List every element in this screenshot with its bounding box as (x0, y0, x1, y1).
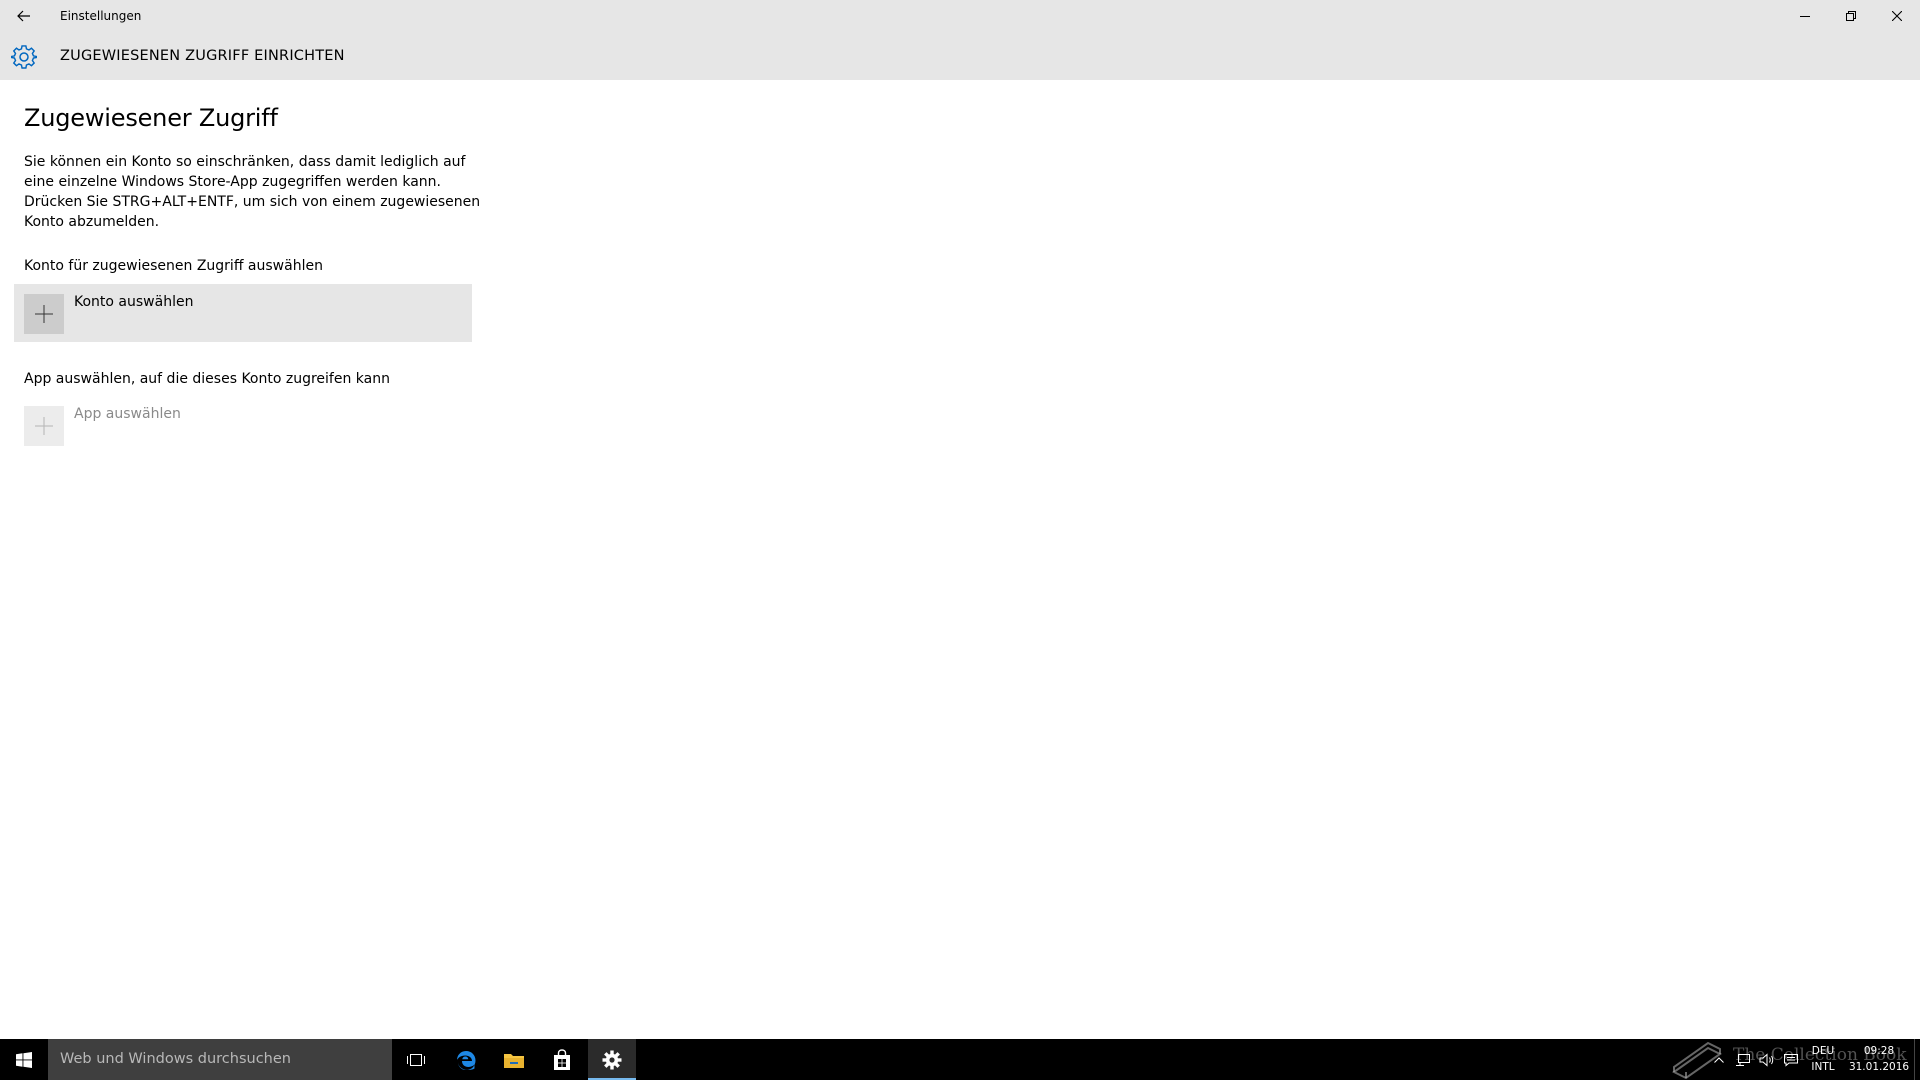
back-arrow-icon (17, 10, 30, 22)
app-section-label: App auswählen, auf die dieses Konto zugr… (24, 371, 390, 387)
start-button[interactable] (0, 1039, 48, 1080)
page-description: Sie können ein Konto so einschränken, da… (24, 154, 481, 230)
close-icon (1892, 11, 1902, 21)
input-language-indicator[interactable]: DEU INTL (1805, 1043, 1841, 1075)
volume-icon (1759, 1052, 1774, 1067)
close-button[interactable] (1874, 0, 1920, 32)
minimize-icon (1800, 16, 1810, 17)
restore-icon (1846, 11, 1856, 21)
account-section-label: Konto für zugewiesenen Zugriff auswählen (24, 258, 323, 274)
action-center-icon (1784, 1053, 1798, 1067)
back-button[interactable] (0, 0, 48, 32)
task-view-icon (407, 1053, 425, 1066)
task-view-button[interactable] (392, 1039, 440, 1080)
choose-app-label: App auswählen (74, 406, 181, 422)
title-bar: Einstellungen (0, 0, 1920, 32)
file-explorer-icon (504, 1053, 524, 1068)
settings-icon (602, 1050, 622, 1069)
network-button[interactable] (1731, 1039, 1755, 1080)
choose-app-button[interactable]: App auswählen (14, 396, 472, 454)
choose-account-button[interactable]: Konto auswählen (14, 284, 472, 342)
plus-icon (24, 294, 64, 334)
show-hidden-icons-button[interactable] (1707, 1039, 1731, 1080)
edge-icon (457, 1050, 476, 1070)
keyboard-layout: INTL (1811, 1061, 1835, 1073)
page-header: ZUGEWIESENEN ZUGRIFF EINRICHTEN (0, 32, 1920, 80)
language-code: DEU (1811, 1045, 1835, 1057)
volume-button[interactable] (1755, 1039, 1779, 1080)
edge-button[interactable] (442, 1039, 490, 1080)
taskbar: Web und Windows durchsuchen (0, 1039, 1920, 1080)
window-title: Einstellungen (60, 9, 142, 23)
restore-button[interactable] (1828, 0, 1874, 32)
choose-account-label: Konto auswählen (74, 294, 194, 310)
header-title: ZUGEWIESENEN ZUGRIFF EINRICHTEN (60, 48, 345, 64)
clock[interactable]: 09:28 31.01.2016 (1846, 1043, 1912, 1075)
store-button[interactable] (538, 1039, 586, 1080)
action-center-button[interactable] (1779, 1039, 1803, 1080)
page-title: Zugewiesener Zugriff (24, 104, 278, 132)
store-icon (554, 1048, 570, 1070)
settings-taskbar-button[interactable] (588, 1039, 636, 1080)
show-desktop-button[interactable] (1914, 1039, 1920, 1080)
main-content: Zugewiesener Zugriff Sie können ein Kont… (0, 80, 1920, 1039)
gear-icon (11, 45, 37, 69)
network-icon (1736, 1053, 1750, 1066)
windows-logo-icon (16, 1051, 32, 1068)
chevron-up-icon (1714, 1056, 1724, 1063)
clock-time: 09:28 (1863, 1045, 1895, 1057)
plus-icon (24, 406, 64, 446)
file-explorer-button[interactable] (490, 1039, 538, 1080)
search-input[interactable]: Web und Windows durchsuchen (48, 1039, 392, 1080)
minimize-button[interactable] (1782, 0, 1828, 32)
clock-date: 31.01.2016 (1848, 1061, 1910, 1073)
